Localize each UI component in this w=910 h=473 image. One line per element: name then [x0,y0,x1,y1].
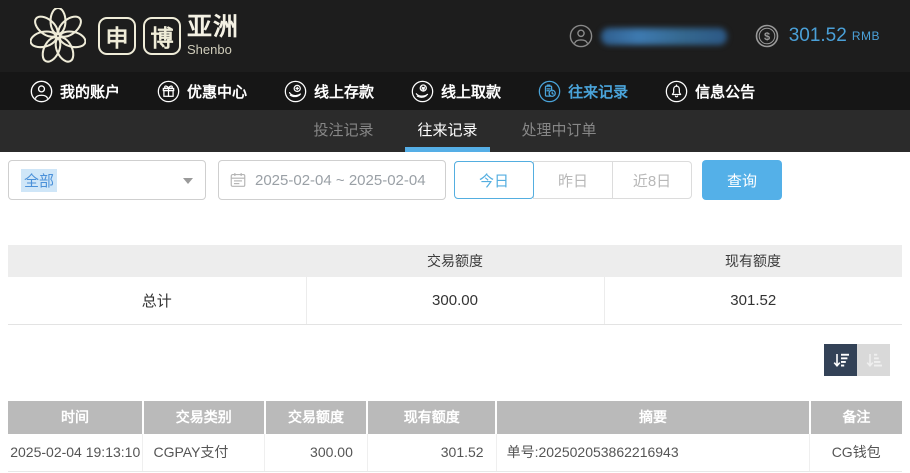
records-icon [538,80,561,102]
nav-item-records[interactable]: 往来记录 [538,80,628,103]
balance-amount[interactable]: 301.52 [789,25,847,47]
tab-pending-orders[interactable]: 处理中订单 [518,110,601,152]
cell-type: CGPAY支付 [142,433,266,472]
balance-currency: RMB [851,29,880,43]
logo-region-text: 亚洲 [187,13,240,41]
date-range-value: 2025-02-04 ~ 2025-02-04 [255,171,426,189]
summary-col-current-balance: 现有额度 [604,245,902,277]
summary-col-blank [8,245,306,277]
today-button[interactable]: 今日 [454,161,534,199]
table-row: 2025-02-04 19:13:10 CGPAY支付 300.00 301.5… [8,433,902,472]
last-8-days-button[interactable]: 近8日 [612,161,692,199]
nav-label: 线上存款 [314,83,375,101]
nav-item-my-account[interactable]: 我的账户 [30,80,120,103]
account-area: $ 301.52 RMB [569,24,880,48]
tab-transaction-records[interactable]: 往来记录 [405,110,490,152]
dollar-coin-icon: $ [755,24,779,48]
content-area: 全部 2025-02-04 ~ 2025-02-04 今日 昨日 近8日 查询 [0,152,910,472]
top-header: 申 博 亚洲 Shenbo $ 301.52 RMB [0,0,910,72]
cell-time: 2025-02-04 19:13:10 [8,433,144,472]
col-summary: 摘要 [496,400,811,434]
withdraw-icon [411,80,434,102]
nav-label: 优惠中心 [187,83,248,101]
filter-row: 全部 2025-02-04 ~ 2025-02-04 今日 昨日 近8日 查询 [8,160,902,200]
nav-label: 我的账户 [60,83,121,101]
user-icon[interactable] [569,24,593,48]
summary-total-amount: 300.00 [306,277,605,325]
cell-amount: 300.00 [264,433,368,472]
bell-icon [665,80,688,102]
summary-col-transaction-amount: 交易额度 [306,245,604,277]
nav-item-deposit[interactable]: 线上存款 [284,80,374,103]
nav-item-promotions[interactable]: 优惠中心 [157,80,247,103]
query-button[interactable]: 查询 [702,160,782,200]
sort-descending-button[interactable] [824,343,857,376]
cell-balance: 301.52 [367,433,497,472]
col-time: 时间 [8,400,144,434]
nav-label: 往来记录 [568,83,629,101]
col-amount: 交易额度 [264,400,369,434]
chevron-down-icon [183,178,193,184]
nav-label: 线上取款 [441,83,502,101]
svg-text:$: $ [764,31,770,43]
date-range-input[interactable]: 2025-02-04 ~ 2025-02-04 [218,160,446,200]
tab-bet-records[interactable]: 投注记录 [309,110,377,152]
logo[interactable]: 申 博 亚洲 Shenbo [30,8,239,64]
summary-total-label: 总计 [8,277,307,325]
sort-ascending-icon [866,353,882,367]
calendar-icon [230,173,246,187]
nav-item-withdraw[interactable]: 线上取款 [411,80,501,103]
sort-ascending-button[interactable] [857,343,890,376]
gift-icon [157,80,180,102]
cell-summary: 单号:202502053862216943 [496,433,811,472]
logo-flower-icon [30,8,86,63]
sort-descending-icon [833,353,849,367]
main-nav: 我的账户 优惠中心 线上存款 线上取款 往来记录 信息公告 [0,72,910,110]
quick-date-group: 今日 昨日 近8日 [454,160,692,199]
yesterday-button[interactable]: 昨日 [533,161,613,199]
type-select[interactable]: 全部 [8,160,206,200]
username-redacted[interactable] [600,27,727,45]
sub-nav: 投注记录 往来记录 处理中订单 [0,110,910,152]
summary-total-row: 总计 300.00 301.52 [8,277,902,325]
transactions-table: 时间 交易类别 交易额度 现有额度 摘要 备注 2025-02-04 19:13… [8,400,902,472]
col-balance: 现有额度 [367,400,498,434]
logo-char-shen: 申 [98,17,136,55]
summary-header-row: 交易额度 现有额度 [8,245,902,277]
logo-char-bo: 博 [143,17,181,55]
transactions-header-row: 时间 交易类别 交易额度 现有额度 摘要 备注 [8,400,902,434]
sort-controls [8,343,890,376]
nav-item-announcements[interactable]: 信息公告 [665,80,755,103]
cell-note: CG钱包 [809,433,902,472]
summary-total-balance: 301.52 [604,277,902,325]
user-icon [30,80,53,102]
deposit-icon [284,80,307,102]
logo-subtitle: Shenbo [187,42,232,57]
col-note: 备注 [809,400,902,434]
type-select-value: 全部 [21,168,58,192]
nav-label: 信息公告 [695,83,756,101]
col-type: 交易类别 [142,400,266,434]
summary-table: 交易额度 现有额度 总计 300.00 301.52 [8,245,902,325]
